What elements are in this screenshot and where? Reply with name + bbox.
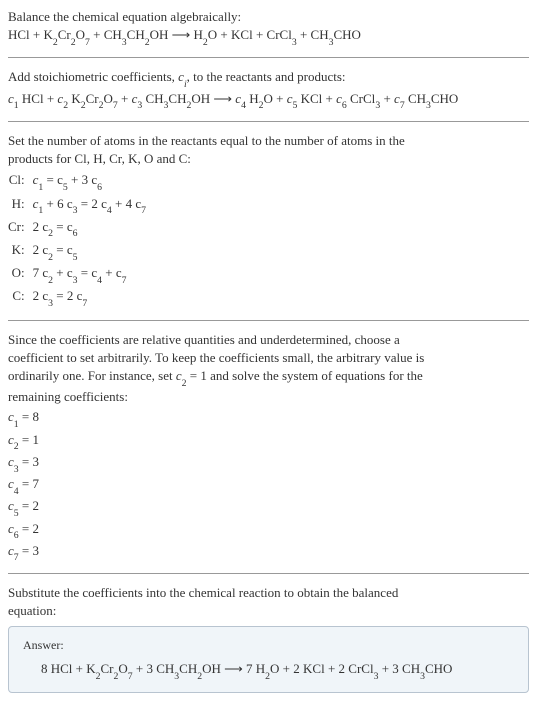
coeff-row: c3 = 3 [8, 453, 529, 474]
table-row: H:c1 + 6 c3 = 2 c4 + 4 c7 [8, 194, 152, 217]
table-row: Cr:2 c2 = c6 [8, 217, 152, 240]
table-row: C:2 c3 = 2 c7 [8, 286, 152, 309]
stoich-section: Add stoichiometric coefficients, ci, to … [8, 68, 529, 110]
coeff-row: c4 = 7 [8, 475, 529, 496]
table-row: O:7 c2 + c3 = c4 + c7 [8, 263, 152, 286]
intro-text: Balance the chemical equation algebraica… [8, 8, 529, 26]
coeff-row: c6 = 2 [8, 520, 529, 541]
intro-equation: HCl + K2Cr2O7 + CH3CH2OH ⟶ H2O + KCl + C… [8, 26, 529, 47]
coeff-row: c1 = 8 [8, 408, 529, 429]
answer-label: Answer: [23, 637, 514, 654]
coeff-list: c1 = 8 c2 = 1 c3 = 3 c4 = 7 c5 = 2 c6 = … [8, 408, 529, 563]
choose-section: Since the coefficients are relative quan… [8, 331, 529, 563]
subst-section: Substitute the coefficients into the che… [8, 584, 529, 692]
answer-equation: 8 HCl + K2Cr2O7 + 3 CH3CH2OH ⟶ 7 H2O + 2… [23, 660, 514, 681]
atoms-intro: Set the number of atoms in the reactants… [8, 132, 529, 168]
table-row: Cl:c1 = c5 + 3 c6 [8, 170, 152, 193]
atoms-table: Cl:c1 = c5 + 3 c6 H:c1 + 6 c3 = 2 c4 + 4… [8, 170, 152, 309]
divider [8, 57, 529, 58]
coeff-row: c5 = 2 [8, 497, 529, 518]
divider [8, 573, 529, 574]
stoich-intro: Add stoichiometric coefficients, ci, to … [8, 68, 529, 89]
divider [8, 320, 529, 321]
coeff-row: c7 = 3 [8, 542, 529, 563]
answer-box: Answer: 8 HCl + K2Cr2O7 + 3 CH3CH2OH ⟶ 7… [8, 626, 529, 692]
atoms-section: Set the number of atoms in the reactants… [8, 132, 529, 310]
subst-text: Substitute the coefficients into the che… [8, 584, 529, 620]
stoich-equation: c1 HCl + c2 K2Cr2O7 + c3 CH3CH2OH ⟶ c4 H… [8, 90, 529, 111]
divider [8, 121, 529, 122]
table-row: K:2 c2 = c5 [8, 240, 152, 263]
coeff-row: c2 = 1 [8, 431, 529, 452]
choose-text: Since the coefficients are relative quan… [8, 331, 529, 407]
intro-section: Balance the chemical equation algebraica… [8, 8, 529, 47]
